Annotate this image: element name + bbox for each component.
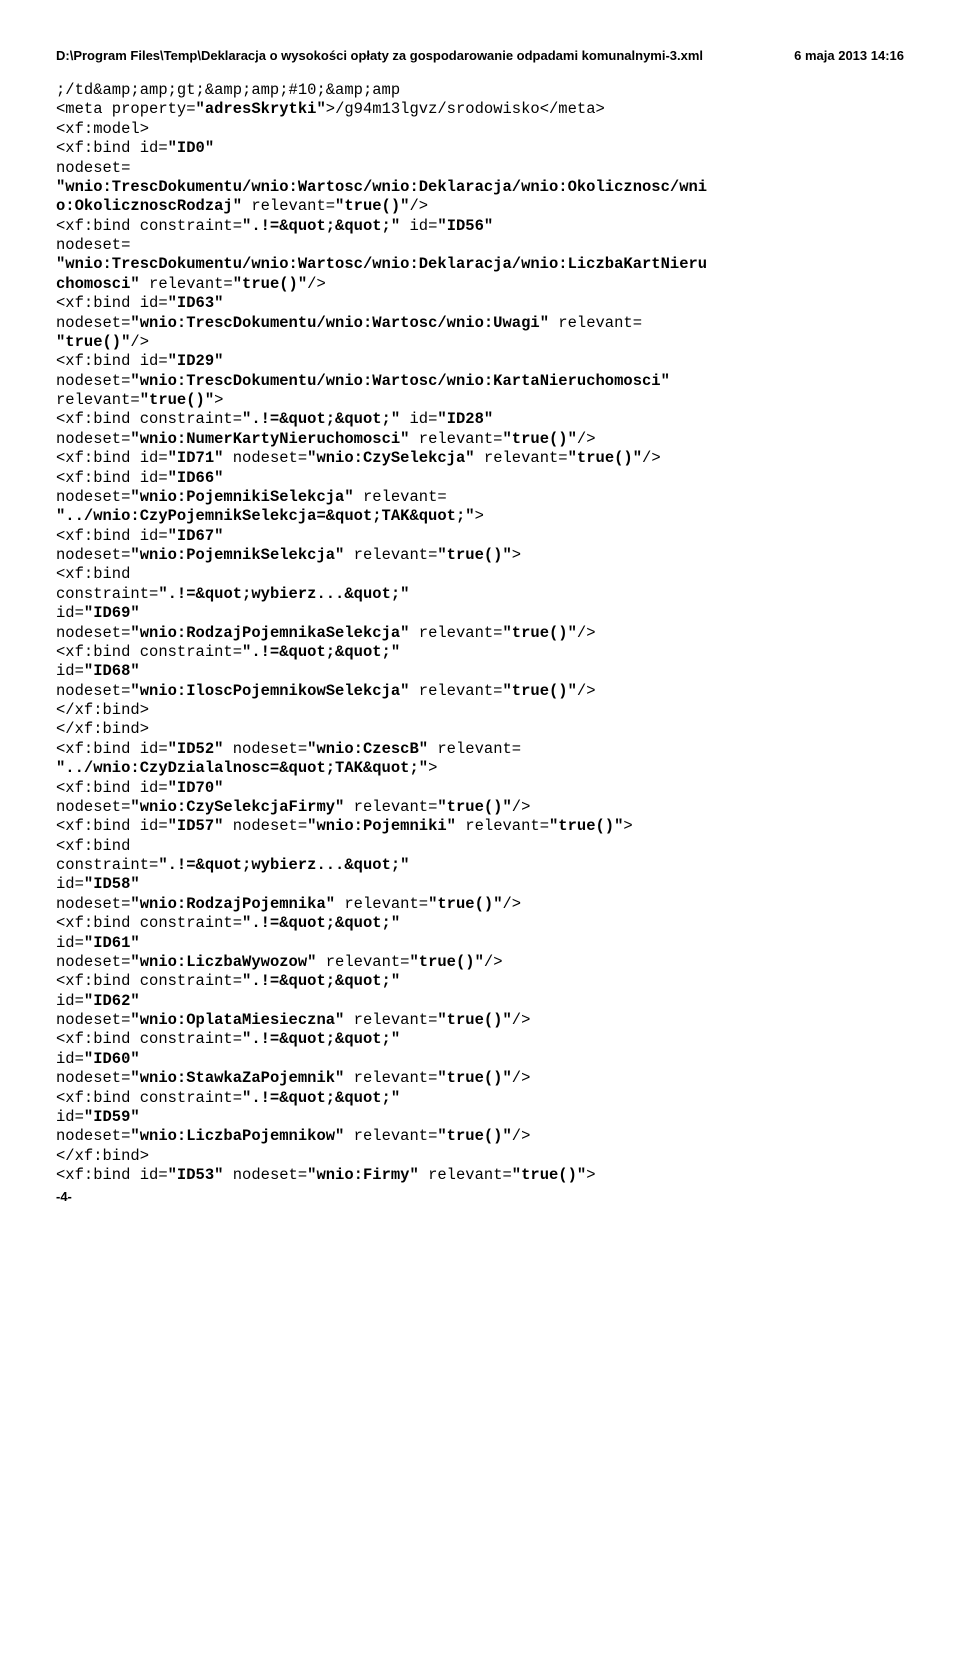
page-number: -4- [56,1189,904,1204]
header-bar: D:\Program Files\Temp\Deklaracja o wysok… [56,48,904,63]
header-date: 6 maja 2013 14:16 [794,48,904,63]
document-page: D:\Program Files\Temp\Deklaracja o wysok… [0,0,960,1236]
header-file-path: D:\Program Files\Temp\Deklaracja o wysok… [56,48,703,63]
code-block: ;/td&amp;amp;gt;&amp;amp;#10;&amp;amp <m… [56,81,904,1185]
